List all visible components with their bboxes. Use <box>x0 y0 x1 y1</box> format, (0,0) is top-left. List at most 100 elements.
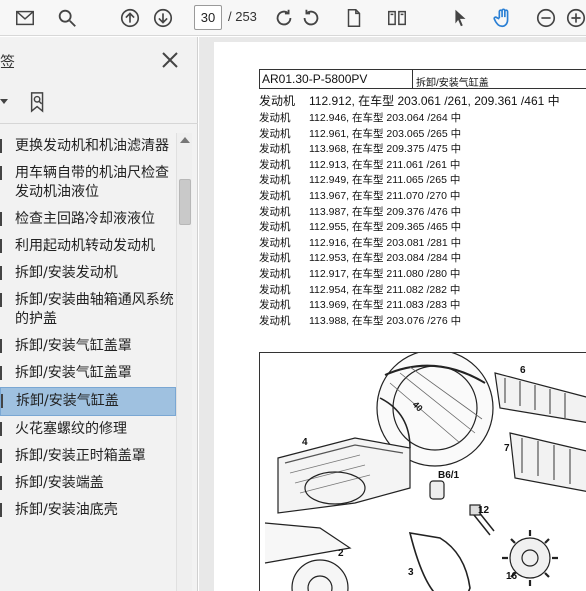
engine-value: 112.913, 在车型 211.061 /261 中 <box>309 158 461 171</box>
rotate-ccw-icon[interactable] <box>298 5 324 31</box>
bookmark-label: 拆卸/安装端盖 <box>15 475 104 491</box>
engine-row: 发动机 112.955, 在车型 209.365 /465 中 <box>259 220 586 236</box>
arrow-down-circle-icon[interactable] <box>150 5 176 31</box>
bookmark-item[interactable]: 火花塞螺纹的修理 <box>0 416 176 443</box>
engine-label: 发动机 <box>259 236 291 249</box>
bookmark-item[interactable]: 利用起动机转动发动机 <box>0 233 176 260</box>
label-4: 4 <box>302 437 308 448</box>
hand-icon[interactable] <box>490 5 516 31</box>
engine-row: 发动机 112.912, 在车型 203.061 /261, 209.361 /4… <box>259 94 586 111</box>
engine-label: 发动机 <box>259 283 291 296</box>
engine-value: 112.949, 在车型 211.065 /265 中 <box>309 174 461 187</box>
engine-row: 发动机 112.916, 在车型 203.081 /281 中 <box>259 236 586 252</box>
engine-list: 发动机 112.912, 在车型 203.061 /261, 209.361 /4… <box>259 94 586 329</box>
expand-icon[interactable] <box>0 99 8 104</box>
bookmark-item[interactable]: 拆卸/安装油底壳 <box>0 497 176 524</box>
bookmark-marker-icon <box>0 293 3 307</box>
divider <box>0 123 198 124</box>
panel-toolbar <box>0 89 197 117</box>
bookmark-marker-icon <box>0 212 3 226</box>
engine-value: 113.987, 在车型 209.376 /476 中 <box>309 205 462 218</box>
doc-header-table: AR01.30-P-5800PV 拆卸/安装气缸盖 <box>259 69 586 89</box>
panel-title: 签 <box>0 53 16 71</box>
close-icon[interactable] <box>160 50 180 70</box>
engine-label: 发动机 <box>259 205 291 218</box>
bookmark-label: 拆卸/安装气缸盖罩 <box>15 365 132 381</box>
bookmark-item[interactable]: 拆卸/安装端盖 <box>0 470 176 497</box>
engine-value: 112.954, 在车型 211.082 /282 中 <box>309 283 461 296</box>
bookmark-list: 更换发动机和机油滤清器 用车辆自带的机油尺检查发动机油液位检查主回路冷却液液位 利用… <box>0 133 176 524</box>
bookmark-item[interactable]: 检查主回路冷却液液位 <box>0 206 176 233</box>
two-page-icon[interactable] <box>384 5 410 31</box>
bookmark-item[interactable]: 拆卸/安装气缸盖罩 <box>0 360 176 387</box>
bookmark-label: 拆卸/安装发动机 <box>15 265 118 281</box>
document-viewer: AR01.30-P-5800PV 拆卸/安装气缸盖 发动机 112.912, 在车… <box>199 37 586 591</box>
engine-label: 发动机 <box>259 143 291 156</box>
bookmark-marker-icon <box>0 366 3 380</box>
engine-value: 113.969, 在车型 211.083 /283 中 <box>309 299 461 312</box>
engine-row: 发动机 112.917, 在车型 211.080 /280 中 <box>259 267 586 283</box>
bookmark-item[interactable]: 拆卸/安装正时箱盖罩 <box>0 443 176 470</box>
zoom-in-icon[interactable] <box>563 5 586 31</box>
engine-row: 发动机 112.954, 在车型 211.082 /282 中 <box>259 283 586 299</box>
bookmark-item[interactable]: 用车辆自带的机油尺检查发动机油液位 <box>0 160 176 206</box>
doc-code: AR01.30-P-5800PV <box>260 70 413 88</box>
engine-value: 112.946, 在车型 203.064 /264 中 <box>309 112 462 124</box>
engine-diagram: 4 6 7 B6/1 12 2 3 16 40 <box>259 352 586 591</box>
engine-row: 发动机 112.949, 在车型 211.065 /265 中 <box>259 173 586 189</box>
label-6: 6 <box>520 365 526 376</box>
engine-value: 112.955, 在车型 209.365 /465 中 <box>309 221 462 234</box>
bookmark-label: 拆卸/安装曲轴箱通风系统的护盖 <box>15 292 174 327</box>
mail-icon[interactable] <box>12 5 38 31</box>
label-16: 16 <box>506 571 518 582</box>
engine-label: 发动机 <box>259 158 291 171</box>
engine-label: 发动机 <box>259 127 291 140</box>
engine-label: 发动机 <box>259 174 291 187</box>
rotate-cw-icon[interactable] <box>271 5 297 31</box>
pointer-icon[interactable] <box>447 5 473 31</box>
bookmark-marker-icon <box>0 166 3 180</box>
bookmark-item[interactable]: 拆卸/安装气缸盖 <box>0 387 176 416</box>
engine-value: 113.968, 在车型 209.375 /475 中 <box>309 143 462 156</box>
engine-row: 发动机 113.987, 在车型 209.376 /476 中 <box>259 205 586 221</box>
page-number-input[interactable]: 30 <box>194 5 222 30</box>
scrollbar[interactable] <box>176 133 192 591</box>
doc-title: 拆卸/安装气缸盖 <box>416 78 489 89</box>
engine-value: 113.988, 在车型 203.076 /276 中 <box>309 314 462 327</box>
scroll-up-icon[interactable] <box>180 137 190 143</box>
engine-row: 发动机 113.969, 在车型 211.083 /283 中 <box>259 298 586 314</box>
engine-row: 发动机 113.988, 在车型 203.076 /276 中 <box>259 314 586 330</box>
zoom-out-icon[interactable] <box>533 5 559 31</box>
engine-label: 发动机 <box>259 252 291 265</box>
bookmark-marker-icon <box>0 476 3 490</box>
bookmark-marker-icon <box>0 422 3 436</box>
bookmark-label: 拆卸/安装气缸盖 <box>16 393 119 409</box>
bookmark-label: 利用起动机转动发动机 <box>15 238 155 254</box>
engine-label: 发动机 <box>259 94 296 108</box>
bookmark-label: 拆卸/安装正时箱盖罩 <box>15 448 146 464</box>
search-icon[interactable] <box>54 5 80 31</box>
bookmark-icon[interactable] <box>28 91 48 117</box>
label-2: 2 <box>338 548 344 559</box>
bookmark-marker-icon <box>0 239 3 253</box>
page-icon[interactable] <box>341 5 367 31</box>
bookmark-item[interactable]: 更换发动机和机油滤清器 <box>0 133 176 160</box>
scrollbar-thumb[interactable] <box>179 179 191 225</box>
arrow-up-circle-icon[interactable] <box>117 5 143 31</box>
document-page: AR01.30-P-5800PV 拆卸/安装气缸盖 发动机 112.912, 在车… <box>214 42 586 591</box>
label-7: 7 <box>504 443 510 454</box>
engine-row: 发动机 112.913, 在车型 211.061 /261 中 <box>259 158 586 174</box>
label-12: 12 <box>478 505 490 516</box>
engine-label: 发动机 <box>259 267 291 280</box>
bookmark-label: 检查主回路冷却液液位 <box>15 211 155 227</box>
bookmark-item[interactable]: 拆卸/安装气缸盖罩 <box>0 333 176 360</box>
label-b61: B6/1 <box>438 470 460 481</box>
bookmark-item[interactable]: 拆卸/安装曲轴箱通风系统的护盖 <box>0 287 176 333</box>
engine-value: 112.917, 在车型 211.080 /280 中 <box>309 267 461 280</box>
bookmark-item[interactable]: 拆卸/安装发动机 <box>0 260 176 287</box>
engine-value: 112.912, 在车型 203.061 /261, 209.361 /461 … <box>309 94 560 108</box>
engine-value: 112.916, 在车型 203.081 /281 中 <box>309 236 462 249</box>
engine-label: 发动机 <box>259 299 291 312</box>
bookmark-marker-icon <box>0 339 3 353</box>
label-3: 3 <box>408 567 414 578</box>
